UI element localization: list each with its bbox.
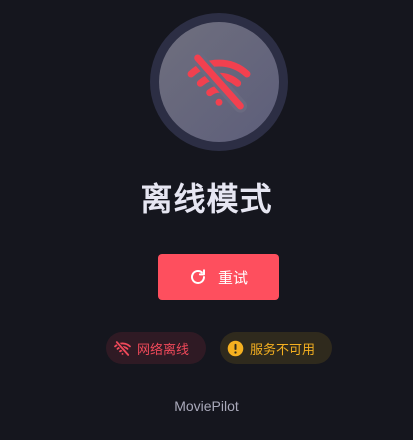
offline-icon-ring — [150, 13, 288, 151]
network-status-chip: 网络离线 — [106, 332, 206, 364]
service-status-chip: 服务不可用 — [220, 332, 332, 364]
wifi-off-icon — [114, 339, 131, 357]
offline-icon-disc — [159, 22, 279, 142]
network-status-label: 网络离线 — [137, 342, 190, 358]
retry-button[interactable]: 重试 — [158, 254, 279, 300]
service-status-label: 服务不可用 — [250, 342, 316, 358]
alert-circle-icon — [227, 340, 244, 356]
page-title: 离线模式 — [140, 180, 273, 218]
app-name: MoviePilot — [174, 398, 239, 414]
refresh-icon — [191, 269, 205, 284]
wifi-off-icon — [187, 51, 251, 113]
retry-button-label: 重试 — [217, 268, 248, 287]
